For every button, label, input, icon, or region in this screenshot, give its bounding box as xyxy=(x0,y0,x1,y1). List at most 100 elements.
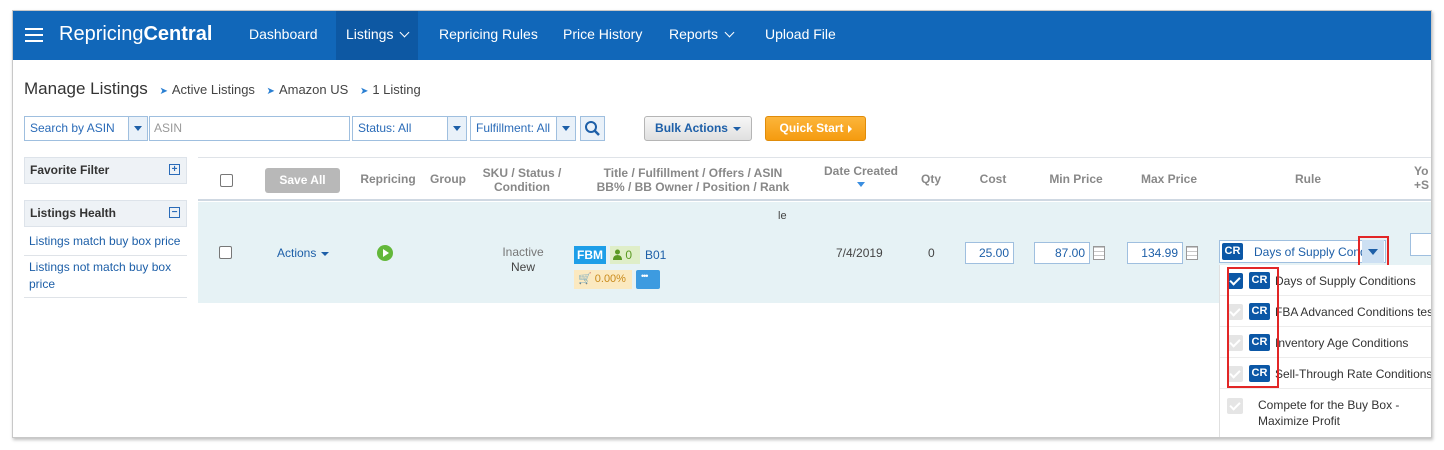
dropdown-arrow-icon xyxy=(556,117,575,140)
rule-option-label: Days of Supply Conditions xyxy=(1275,274,1416,288)
sidebar-link-not-match-buy-box[interactable]: Listings not match buy box price xyxy=(29,259,187,293)
header-qty[interactable]: Qty xyxy=(916,172,946,186)
nav-reports-label: Reports xyxy=(669,26,719,42)
nav-upload-file[interactable]: Upload File xyxy=(761,11,840,60)
dropdown-arrow-icon xyxy=(128,117,147,140)
row-sku-status: Inactive New xyxy=(488,245,558,275)
qty-value: 0 xyxy=(928,246,935,260)
cut-input[interactable] xyxy=(1410,233,1431,256)
min-price-input[interactable]: 87.00 xyxy=(1034,242,1090,264)
header-date-created[interactable]: Date Created xyxy=(819,164,903,187)
highlight-box-dropdown xyxy=(1358,236,1389,267)
asin-placeholder: ASIN xyxy=(154,121,183,135)
max-price-input[interactable]: 134.99 xyxy=(1127,242,1183,264)
header-group[interactable]: Group xyxy=(427,172,469,186)
nav-price-history-label: Price History xyxy=(563,26,643,42)
cost-input[interactable]: 25.00 xyxy=(965,242,1014,264)
rule-option[interactable]: Compete for the Buy Box - Maximize Profi… xyxy=(1220,389,1431,437)
chevron-right-icon: ➤ xyxy=(159,86,168,97)
bulk-actions-button[interactable]: Bulk Actions xyxy=(644,116,752,141)
header-cut-column[interactable]: Yo +S xyxy=(1414,164,1431,192)
header-cut-line2: +S xyxy=(1414,178,1430,192)
header-repricing[interactable]: Repricing xyxy=(358,172,418,186)
chevron-right-icon: ➤ xyxy=(359,86,369,97)
row-actions-menu[interactable]: Actions xyxy=(277,246,330,260)
rule-option-label: Compete for the Buy Box - Maximize Profi… xyxy=(1258,398,1400,428)
search-icon xyxy=(585,121,600,136)
asin-input[interactable]: ASIN xyxy=(149,116,350,141)
brand-name-part2: Central xyxy=(143,23,213,45)
rule-value: Days of Supply Cond xyxy=(1254,245,1367,259)
brand-logo[interactable]: RepricingCentral xyxy=(59,23,212,46)
rule-option-label: FBA Advanced Conditions test xyxy=(1275,305,1432,319)
offers-count: 0 xyxy=(625,248,633,262)
nav-repricing-rules-label: Repricing Rules xyxy=(439,26,538,42)
header-min-price[interactable]: Min Price xyxy=(1041,172,1111,186)
search-by-select[interactable]: Search by ASIN xyxy=(24,116,148,141)
breadcrumb-active-listings[interactable]: Active Listings xyxy=(172,82,255,97)
status-select[interactable]: Status: All xyxy=(352,116,467,141)
header-sku-line1: SKU / Status / xyxy=(482,166,562,180)
expand-icon[interactable]: + xyxy=(169,164,180,175)
nav-repricing-rules[interactable]: Repricing Rules xyxy=(435,11,542,60)
listings-health-label: Listings Health xyxy=(30,206,117,220)
quick-start-label: Quick Start xyxy=(779,121,844,135)
offers-badge[interactable]: 0 xyxy=(610,246,640,264)
nav-listings-label: Listings xyxy=(346,26,394,42)
save-all-button[interactable]: Save All xyxy=(265,168,340,193)
hamburger-menu-icon[interactable] xyxy=(25,28,43,42)
sidebar-divider xyxy=(24,255,187,256)
status-value: Status: All xyxy=(358,121,412,135)
breadcrumb: Manage Listings ➤ Active Listings ➤ Amazon… xyxy=(24,79,421,99)
header-cost[interactable]: Cost xyxy=(968,172,1018,186)
search-button[interactable] xyxy=(580,116,605,141)
chevron-right-icon: ➤ xyxy=(266,86,275,97)
title-fragment: le xyxy=(778,210,787,222)
date-created-value: 7/4/2019 xyxy=(836,246,883,260)
app-window: RepricingCentral Dashboard Listings Repr… xyxy=(12,10,1432,438)
header-title-fulfillment[interactable]: Title / Fulfillment / Offers / ASIN BB% … xyxy=(588,166,798,194)
top-nav: RepricingCentral Dashboard Listings Repr… xyxy=(13,11,1431,60)
chat-icon[interactable] xyxy=(636,270,660,289)
header-title-line2: BB% / BB Owner / Position / Rank xyxy=(596,180,790,194)
favorite-filter-label: Favorite Filter xyxy=(30,163,110,177)
listings-health-panel[interactable]: Listings Health − xyxy=(24,200,187,227)
row-checkbox[interactable] xyxy=(219,246,232,259)
quick-start-button[interactable]: Quick Start xyxy=(765,116,866,141)
header-max-price[interactable]: Max Price xyxy=(1134,172,1204,186)
collapse-icon[interactable]: − xyxy=(169,207,180,218)
nav-reports[interactable]: Reports xyxy=(665,11,737,60)
sidebar-link-match-buy-box[interactable]: Listings match buy box price xyxy=(29,233,187,250)
breadcrumb-amazon-us[interactable]: Amazon US xyxy=(279,82,348,97)
buy-box-percent: 0.00% xyxy=(594,273,626,285)
search-by-value: Search by ASIN xyxy=(30,121,115,135)
header-date-created-label: Date Created xyxy=(823,164,899,178)
caret-down-icon xyxy=(321,251,330,256)
chevron-down-icon xyxy=(400,27,410,38)
nav-dashboard[interactable]: Dashboard xyxy=(245,11,322,60)
nav-dashboard-label: Dashboard xyxy=(249,26,318,42)
sidebar-divider xyxy=(24,297,187,298)
asin-link[interactable]: B01 xyxy=(645,248,666,262)
highlight-box-cr-tags xyxy=(1227,267,1279,388)
breadcrumb-listing-count: 1 Listing xyxy=(372,82,421,97)
brand-name-part1: Repricing xyxy=(59,23,144,45)
header-sku-line2: Condition xyxy=(494,180,550,194)
row-actions-label: Actions xyxy=(277,246,317,260)
nav-price-history[interactable]: Price History xyxy=(559,11,646,60)
chevron-down-icon xyxy=(724,27,735,38)
calculator-icon[interactable] xyxy=(1093,246,1105,260)
calculator-icon[interactable] xyxy=(1186,246,1198,260)
select-all-checkbox[interactable] xyxy=(220,174,233,187)
header-sku-status-condition[interactable]: SKU / Status / Condition xyxy=(477,166,567,194)
favorite-filter-panel[interactable]: Favorite Filter + xyxy=(24,157,187,184)
header-rule[interactable]: Rule xyxy=(1283,172,1333,186)
checkbox-unchecked-icon[interactable] xyxy=(1227,398,1243,414)
fulfillment-select[interactable]: Fulfillment: All xyxy=(470,116,576,141)
play-icon[interactable] xyxy=(377,245,393,261)
bulk-actions-label: Bulk Actions xyxy=(655,121,728,135)
fulfillment-value: Fulfillment: All xyxy=(476,121,551,135)
buy-box-percent-badge: 🛒 0.00% xyxy=(574,270,632,289)
nav-listings[interactable]: Listings xyxy=(336,11,419,60)
cr-tag: CR xyxy=(1222,243,1243,260)
